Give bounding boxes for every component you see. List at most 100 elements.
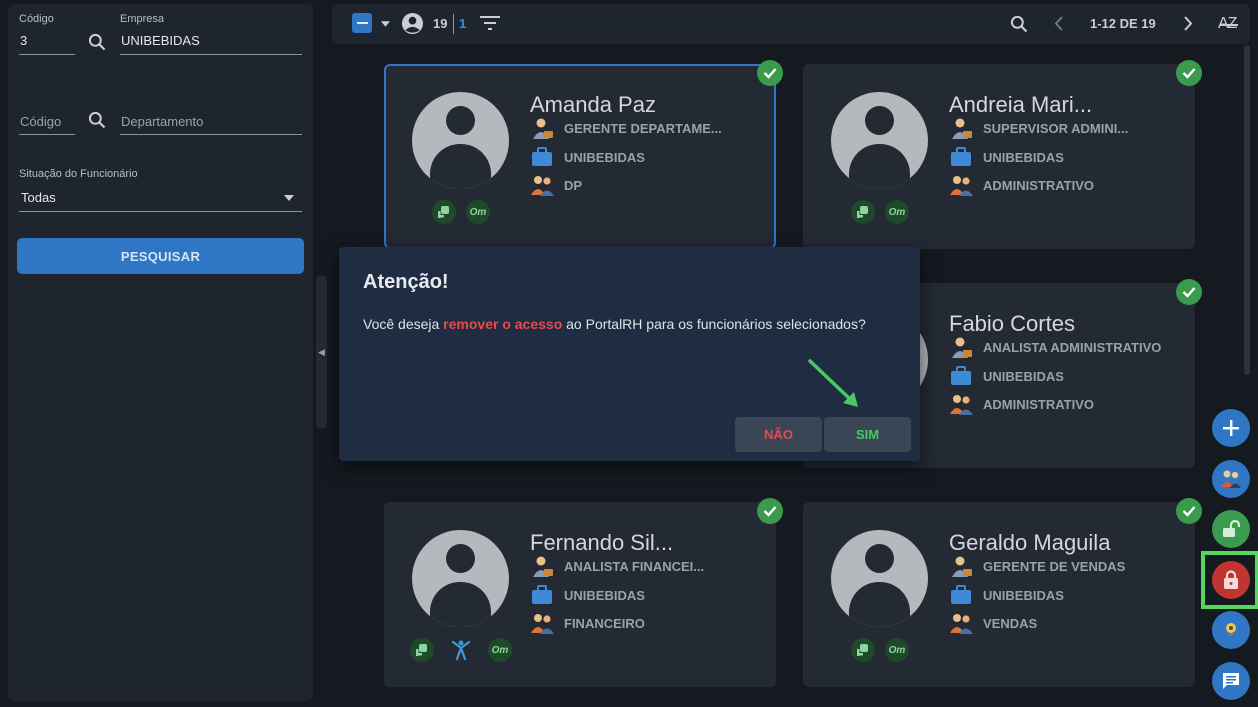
- briefcase-icon: [532, 147, 552, 166]
- fitness-badge-icon: [449, 638, 473, 662]
- situacao-select[interactable]: Todas: [19, 186, 302, 212]
- briefcase-icon: [951, 585, 971, 604]
- employee-cargo-label: SUPERVISOR ADMINI...: [983, 120, 1129, 136]
- avatar: [412, 92, 509, 189]
- account-circle-icon[interactable]: [401, 12, 424, 35]
- codigo-label: Código: [19, 13, 54, 25]
- scrollbar[interactable]: [1244, 45, 1250, 375]
- employee-cargo-label: GERENTE DE VENDAS: [983, 558, 1126, 574]
- briefcase-icon: [951, 147, 971, 166]
- empresa-label: Empresa: [120, 13, 165, 25]
- chat-button[interactable]: [1212, 662, 1250, 700]
- ideas-button[interactable]: [1212, 611, 1250, 649]
- avatar: [831, 92, 928, 189]
- employee-cargo: ANALISTA FINANCEI...: [530, 555, 704, 577]
- job-icon: [952, 118, 972, 139]
- team-icon: [531, 176, 554, 196]
- om-badge-icon: Om: [885, 638, 909, 662]
- selected-check-icon[interactable]: [1176, 60, 1202, 86]
- yes-button[interactable]: SIM: [824, 417, 911, 452]
- employee-card[interactable]: Amanda Paz GERENTE DEPARTAME... UNIBEBIDAS…: [384, 64, 776, 249]
- selected-check-icon[interactable]: [1176, 498, 1202, 524]
- empresa-value: UNIBEBIDAS: [121, 33, 200, 48]
- employee-departamento: ADMINISTRATIVO: [949, 393, 1094, 415]
- divider: [453, 14, 454, 34]
- om-badge-icon: Om: [885, 200, 909, 224]
- unlock-icon: [1223, 519, 1241, 537]
- employee-card[interactable]: Geraldo Maguila GERENTE DE VENDAS UNIBEBID…: [803, 502, 1195, 687]
- job-icon: [952, 337, 972, 358]
- dept-codigo-placeholder: Código: [20, 114, 62, 129]
- people-icon: [1221, 470, 1241, 488]
- lock-icon: [1224, 570, 1238, 589]
- select-all-checkbox[interactable]: [352, 13, 372, 33]
- job-icon: [533, 556, 553, 577]
- employee-empresa: UNIBEBIDAS: [949, 365, 1064, 387]
- employee-departamento: VENDAS: [949, 612, 1037, 634]
- employee-cargo: ANALISTA ADMINISTRATIVO: [949, 336, 1161, 358]
- search-button[interactable]: PESQUISAR: [17, 238, 304, 274]
- toolbar: 19 1 1-12 DE 19 AZ: [332, 4, 1250, 44]
- employee-departamento-label: ADMINISTRATIVO: [983, 396, 1094, 412]
- add-button[interactable]: [1212, 409, 1250, 447]
- portal-badge-icon: [432, 200, 456, 224]
- avatar: [412, 530, 509, 627]
- employee-empresa: UNIBEBIDAS: [949, 146, 1064, 168]
- employee-name: Andreia Mari...: [949, 92, 1093, 117]
- dialog-message-start: Você deseja: [363, 316, 444, 332]
- employee-empresa-label: UNIBEBIDAS: [983, 587, 1064, 603]
- chevron-right-icon[interactable]: [1184, 16, 1193, 31]
- remove-access-button[interactable]: [1212, 561, 1250, 599]
- search-icon[interactable]: [87, 110, 107, 130]
- employee-departamento-label: VENDAS: [983, 615, 1038, 631]
- selected-check-icon[interactable]: [757, 60, 783, 86]
- codigo-input[interactable]: 3: [19, 30, 75, 55]
- employee-cargo: GERENTE DEPARTAME...: [530, 117, 722, 139]
- situacao-value: Todas: [21, 190, 56, 205]
- dept-codigo-input[interactable]: Código: [19, 111, 75, 135]
- grant-access-button[interactable]: [1212, 510, 1250, 548]
- indeterminate-icon: [356, 22, 368, 24]
- chevron-down-icon: [284, 195, 294, 201]
- search-icon[interactable]: [87, 32, 107, 52]
- no-button[interactable]: NÃO: [735, 417, 822, 452]
- team-icon: [950, 395, 973, 415]
- team-icon: [950, 176, 973, 196]
- sort-az-icon[interactable]: AZ: [1218, 12, 1242, 36]
- employee-cargo: SUPERVISOR ADMINI...: [949, 117, 1128, 139]
- situacao-label: Situação do Funcionário: [19, 168, 138, 180]
- job-icon: [952, 556, 972, 577]
- confirm-dialog: Atenção! Você deseja remover o acesso ao…: [339, 247, 920, 461]
- employee-departamento-label: ADMINISTRATIVO: [983, 177, 1094, 193]
- employee-empresa-label: UNIBEBIDAS: [983, 368, 1064, 384]
- filter-icon[interactable]: [480, 15, 500, 31]
- collapse-panel-handle[interactable]: ◀: [316, 276, 327, 428]
- selected-count: 1: [459, 16, 467, 31]
- dialog-title: Atenção!: [363, 271, 449, 293]
- employee-empresa-label: UNIBEBIDAS: [564, 587, 645, 603]
- employee-empresa-label: UNIBEBIDAS: [564, 149, 645, 165]
- dialog-message-end: ao PortalRH para os funcionários selecio…: [562, 316, 866, 332]
- empresa-input[interactable]: UNIBEBIDAS: [120, 30, 302, 55]
- chevron-left-icon[interactable]: [1054, 16, 1063, 31]
- plus-icon: [1223, 420, 1239, 436]
- search-icon[interactable]: [1009, 14, 1029, 34]
- employee-cargo-label: ANALISTA FINANCEI...: [564, 558, 705, 574]
- selected-check-icon[interactable]: [1176, 279, 1202, 305]
- employee-empresa: UNIBEBIDAS: [530, 584, 645, 606]
- employee-card[interactable]: Andreia Mari... SUPERVISOR ADMINI... UNIBE…: [803, 64, 1195, 249]
- selected-check-icon[interactable]: [757, 498, 783, 524]
- team-icon: [531, 614, 554, 634]
- lightbulb-person-icon: [1226, 623, 1236, 636]
- employee-empresa: UNIBEBIDAS: [530, 146, 645, 168]
- employee-name: Fernando Sil...: [530, 530, 674, 555]
- employee-departamento: ADMINISTRATIVO: [949, 174, 1094, 196]
- chevron-down-icon[interactable]: [381, 21, 390, 27]
- employee-departamento-label: FINANCEIRO: [564, 615, 645, 631]
- departamento-placeholder: Departamento: [121, 114, 204, 129]
- employee-card[interactable]: Fernando Sil... ANALISTA FINANCEI... UNIBE…: [384, 502, 776, 687]
- manager-access-button[interactable]: [1212, 460, 1250, 498]
- departamento-input[interactable]: Departamento: [120, 111, 302, 135]
- chevron-left-icon: ◀: [318, 346, 325, 357]
- dialog-message: Você deseja remover o acesso ao PortalRH…: [363, 316, 866, 332]
